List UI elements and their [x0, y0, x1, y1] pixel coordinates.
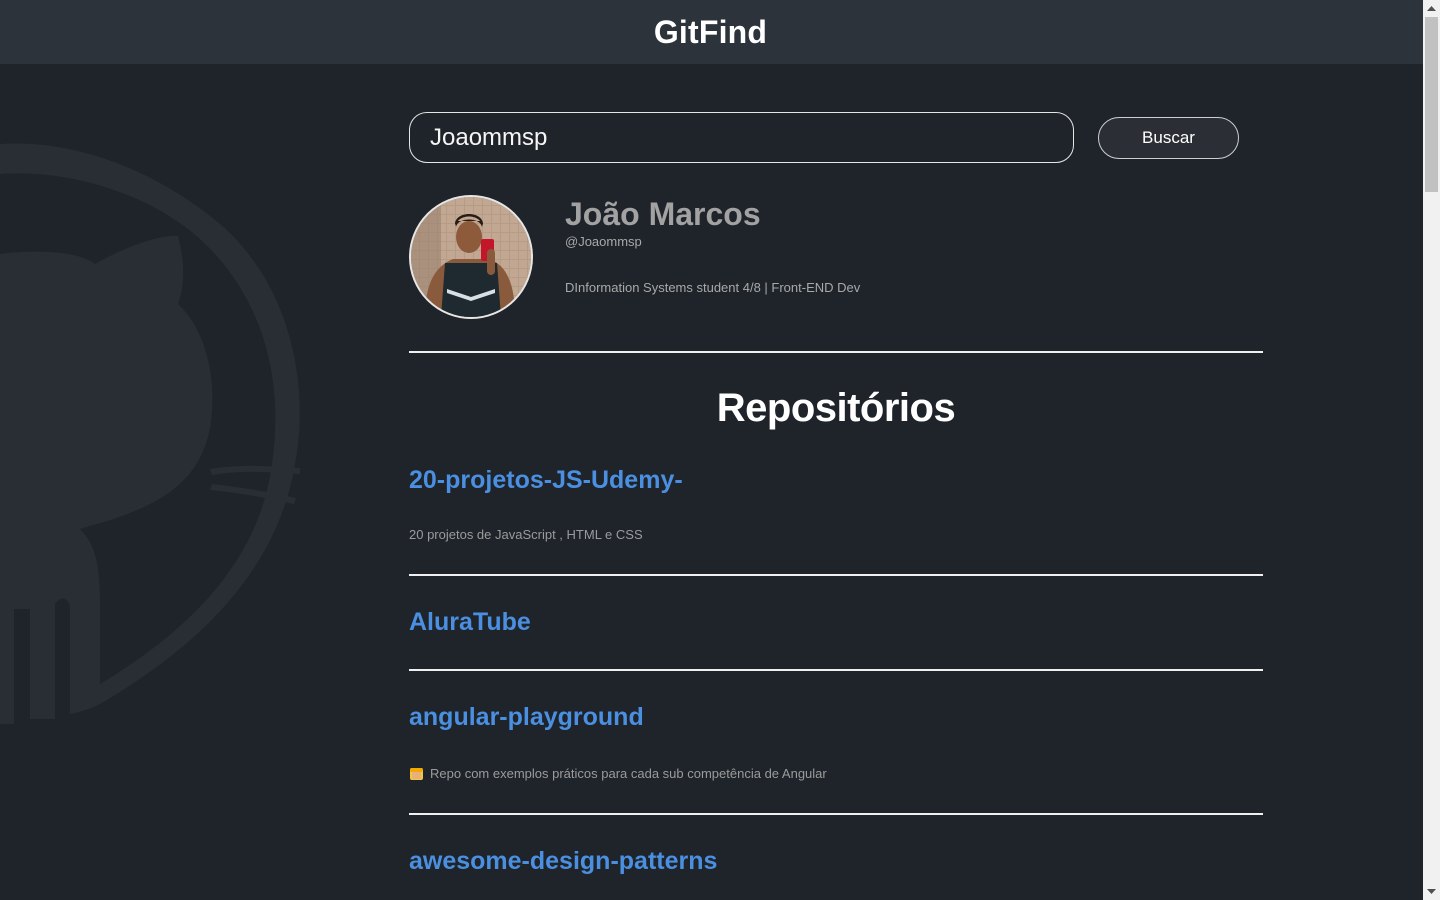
repo-description-row: Repo com exemplos práticos para cada sub… — [409, 766, 827, 781]
repo-description: Repo com exemplos práticos para cada sub… — [430, 766, 827, 781]
github-octocat-icon — [0, 143, 300, 724]
avatar — [409, 195, 533, 319]
profile-bio: DInformation Systems student 4/8 | Front… — [565, 280, 861, 295]
search-button[interactable]: Buscar — [1098, 117, 1239, 159]
divider — [409, 351, 1263, 353]
repo-link[interactable]: AluraTube — [409, 608, 531, 637]
repo-link[interactable]: awesome-design-patterns — [409, 847, 717, 876]
divider — [409, 574, 1263, 576]
scroll-down-icon[interactable] — [1423, 883, 1440, 900]
repo-description: 20 projetos de JavaScript , HTML e CSS — [409, 527, 643, 542]
construction-worker-emoji-icon — [410, 768, 423, 780]
divider — [409, 669, 1263, 671]
search-input[interactable] — [409, 112, 1074, 163]
profile-name: João Marcos — [565, 196, 761, 232]
scroll-up-icon[interactable] — [1423, 0, 1440, 17]
divider — [409, 813, 1263, 815]
app-title: GitFind — [653, 13, 768, 50]
repo-link[interactable]: angular-playground — [409, 703, 644, 732]
user-photo-image — [411, 197, 531, 317]
repo-link[interactable]: 20-projetos-JS-Udemy- — [409, 466, 683, 495]
vertical-scrollbar[interactable] — [1423, 0, 1440, 900]
top-header: GitFind — [0, 0, 1423, 64]
profile-login: @Joaommsp — [565, 234, 642, 249]
scroll-thumb[interactable] — [1425, 17, 1438, 192]
repositories-heading: Repositórios — [716, 386, 956, 430]
